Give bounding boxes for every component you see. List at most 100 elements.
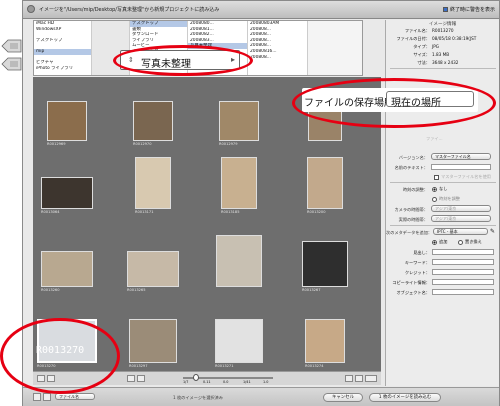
radio-icon[interactable] xyxy=(432,196,437,202)
metadata-field-input[interactable] xyxy=(432,289,494,295)
info-label: ファイル名： xyxy=(404,28,430,33)
photo-thumbnail[interactable] xyxy=(219,101,259,141)
edit-preset-icon[interactable]: ✎ xyxy=(490,228,495,235)
checkbox-icon[interactable] xyxy=(434,174,439,180)
import-button[interactable]: 1 枚のイメージを読み込む xyxy=(369,393,441,402)
selection-status: 1 枚のイメージを選択済み xyxy=(173,395,223,400)
thumbnail-caption: R0013271 xyxy=(215,364,234,368)
meta-replace-radio[interactable]: 置き換え xyxy=(458,239,482,245)
camera-tz-popup[interactable]: アジア/東京 xyxy=(431,205,491,212)
name-text-field[interactable] xyxy=(431,164,491,170)
name-text-label: 名前のテキスト： xyxy=(394,165,428,170)
highlight-filename-circle xyxy=(0,318,120,394)
thumbnail-caption: R0012970 xyxy=(133,142,152,146)
highlight-location-circle xyxy=(292,78,496,128)
photo-thumbnail[interactable] xyxy=(133,101,173,141)
time-adjust-radio-label: 時刻を調整 xyxy=(439,196,460,201)
checkbox-icon[interactable] xyxy=(442,7,448,12)
metadata-field-input[interactable] xyxy=(432,249,494,255)
thumbnail-caption: R0013267 xyxy=(302,288,321,292)
window-title: イメージを"/Users/mip/Desktop/写真未整理"から新規プロジェク… xyxy=(39,7,220,13)
dialog-footer: ファイル名 1 枚のイメージを選択済み キャンセル 1 枚のイメージを読み込む xyxy=(23,387,499,406)
title-bar: イメージを"/Users/mip/Desktop/写真未整理"から新規プロジェク… xyxy=(23,1,499,19)
photo-thumbnail[interactable] xyxy=(215,319,263,363)
browser-item[interactable]: iPhoto ライブラリ xyxy=(34,66,91,72)
metadata-label: 次のメタデータを追加： xyxy=(386,230,433,235)
info-label: 寸法： xyxy=(417,60,430,65)
library-button[interactable] xyxy=(33,393,41,401)
photo-thumbnail[interactable] xyxy=(47,101,87,141)
format-popup[interactable]: ファイル名 xyxy=(55,393,95,400)
divider xyxy=(390,68,496,69)
version-name-popup[interactable]: マスターファイル名 xyxy=(431,153,491,160)
zoom-tick-label: 1/7 xyxy=(183,380,189,384)
master-name-checkbox[interactable]: マスターファイル名を使用 xyxy=(434,174,491,180)
photo-thumbnail[interactable] xyxy=(221,157,257,209)
camera-tz-label: カメラの時間帯： xyxy=(394,207,428,212)
browser-column-devices: iMac HD WindowsXP デスクトップ mip ピクチャ iPhoto ライブラ… xyxy=(34,21,92,75)
photo-thumbnail[interactable] xyxy=(307,157,343,209)
info-label: タイプ： xyxy=(413,44,430,49)
photo-thumbnail[interactable] xyxy=(305,319,345,363)
window-icon xyxy=(27,5,35,13)
metadata-field-label: 見出し： xyxy=(413,250,430,255)
zoom-tick-label: 0.11 xyxy=(203,380,211,384)
metadata-field-label: クレジット： xyxy=(404,270,430,275)
photo-thumbnail[interactable] xyxy=(302,241,348,287)
meta-append-radio[interactable]: 追加 xyxy=(432,239,447,245)
time-none-label: なし xyxy=(439,186,448,191)
divider xyxy=(390,182,496,183)
metadata-preset-popup[interactable]: IPTC - 基本 xyxy=(433,228,488,235)
browser-item[interactable]: 200808... xyxy=(248,55,307,61)
meta-append-label: 追加 xyxy=(439,239,448,244)
photo-thumbnail[interactable] xyxy=(129,319,177,363)
photo-thumbnail[interactable] xyxy=(41,251,93,287)
warn-on-quit-checkbox[interactable]: 終了時に警告を表示 xyxy=(442,6,495,13)
device-button[interactable] xyxy=(43,393,51,401)
back-tab-icon[interactable] xyxy=(0,39,22,53)
metadata-field-label: オブジェクト名： xyxy=(396,290,430,295)
import-options-panel: イメージ情報 ファイル名： R0013270 ファイルの日付： 08/05/18 0:… xyxy=(385,20,499,386)
highlight-popup-circle xyxy=(113,45,253,76)
photo-thumbnail[interactable] xyxy=(216,235,262,287)
file-option-faded: ファイ... xyxy=(426,136,443,141)
metadata-field-input[interactable] xyxy=(432,269,494,275)
zoom-tick-label: 1.0 xyxy=(263,380,269,384)
eye-button[interactable] xyxy=(365,375,377,382)
version-name-label: バージョン名： xyxy=(398,155,428,160)
info-value: JPG xyxy=(432,44,440,49)
info-header: イメージ情報 xyxy=(428,22,457,27)
info-value: 3648 x 2432 xyxy=(432,60,459,65)
photo-thumbnail[interactable] xyxy=(135,157,171,209)
thumbnail-caption: R0013297 xyxy=(129,364,148,368)
warn-on-quit-label: 終了時に警告を表示 xyxy=(449,7,495,13)
thumbnail-caption: R0013200 xyxy=(307,210,326,214)
rotate-left-button[interactable] xyxy=(127,375,135,382)
divider xyxy=(390,225,496,226)
thumbnail-caption: R0013185 xyxy=(221,210,240,214)
meta-replace-label: 置き換え xyxy=(465,239,482,244)
info-value: R0013270 xyxy=(432,28,454,33)
cancel-button[interactable]: キャンセル xyxy=(323,393,363,402)
trash-button[interactable] xyxy=(355,375,363,382)
metadata-field-label: キーワード： xyxy=(404,260,430,265)
photo-thumbnail[interactable] xyxy=(127,251,179,287)
time-adjust-radio[interactable]: 時刻を調整 xyxy=(432,196,460,202)
action-button[interactable] xyxy=(345,375,353,382)
info-value: 1.83 MB xyxy=(432,52,450,57)
thumbnail-caption: R0013064 xyxy=(41,210,60,214)
photo-thumbnail[interactable] xyxy=(41,177,93,209)
metadata-field-input[interactable] xyxy=(432,259,494,265)
radio-icon[interactable] xyxy=(432,186,437,192)
browser-column-folders: 20080803AM 200808... 200808... 200808... 200… xyxy=(248,21,308,75)
radio-icon[interactable] xyxy=(458,239,463,245)
actual-tz-popup[interactable]: アジア/東京 xyxy=(431,215,491,222)
radio-icon[interactable] xyxy=(432,239,437,245)
metadata-field-input[interactable] xyxy=(432,279,494,285)
back-tab-2-icon[interactable] xyxy=(0,57,22,71)
thumbnail-caption: R0013260 xyxy=(41,288,60,292)
time-none-radio[interactable]: なし xyxy=(432,186,447,192)
rotate-right-button[interactable] xyxy=(137,375,145,382)
info-value: 08/05/18 0:38:19(JST xyxy=(432,36,477,41)
zoom-slider-thumb[interactable] xyxy=(193,374,199,381)
